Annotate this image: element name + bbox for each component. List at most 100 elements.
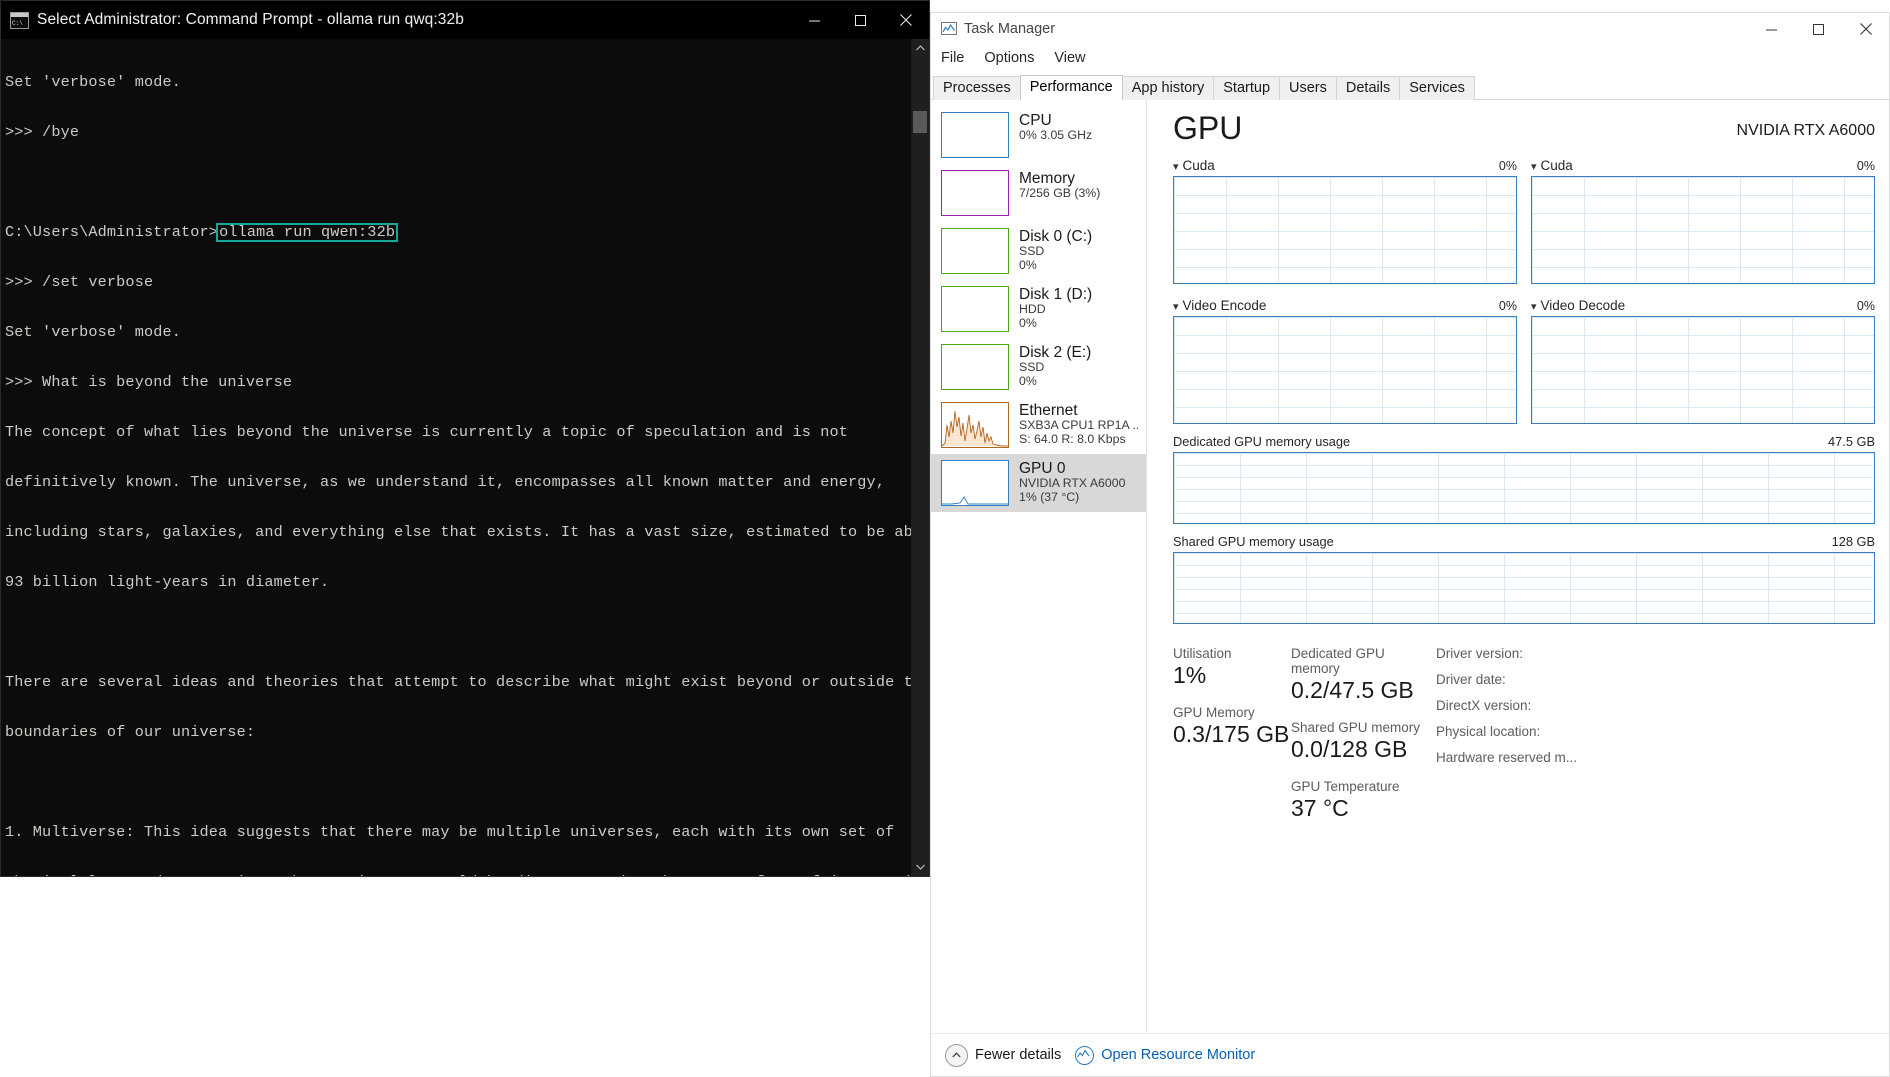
sidebar-item-disk2[interactable]: Disk 2 (E:) SSD 0%	[931, 338, 1146, 396]
gpu-memory-label: GPU Memory	[1173, 705, 1255, 720]
fewer-details-button[interactable]: Fewer details	[945, 1043, 1061, 1067]
graph-label-text: Video Decode	[1540, 298, 1626, 313]
sidebar-item-memory[interactable]: Memory 7/256 GB (3%)	[931, 164, 1146, 222]
graph-video-decode: ▾ Video Decode 0%	[1531, 298, 1875, 424]
terminal-line: There are several ideas and theories tha…	[5, 672, 911, 691]
graph-header[interactable]: ▾ Video Decode 0%	[1531, 298, 1875, 313]
graph-cuda-1: ▾ Cuda 0%	[1173, 158, 1517, 284]
graph-label-text: Cuda	[1540, 158, 1573, 173]
sidebar-item-sub: SXB3A CPU1 RP1A ...	[1019, 419, 1138, 433]
dedicated-memory-max: 47.5 GB	[1828, 434, 1875, 449]
close-icon[interactable]	[1842, 13, 1889, 45]
terminal-scrollbar[interactable]	[911, 39, 929, 876]
tab-users[interactable]: Users	[1279, 76, 1337, 100]
cpu-thumbnail	[941, 112, 1009, 158]
sidebar-item-disk0[interactable]: Disk 0 (C:) SSD 0%	[931, 222, 1146, 280]
command-prompt-title: Select Administrator: Command Prompt - o…	[37, 11, 464, 28]
chevron-down-icon[interactable]: ▾	[1173, 161, 1179, 173]
gpu-model-name: NVIDIA RTX A6000	[1736, 122, 1875, 139]
graph-label-text: Video Encode	[1182, 298, 1267, 313]
sidebar-item-meta: Ethernet SXB3A CPU1 RP1A ... S: 64.0 R: …	[1019, 402, 1138, 447]
terminal-line: physical laws and properties. These univ…	[5, 874, 911, 876]
menu-options[interactable]: Options	[984, 50, 1034, 66]
sidebar-item-ethernet[interactable]: Ethernet SXB3A CPU1 RP1A ... S: 64.0 R: …	[931, 396, 1146, 454]
open-resource-monitor-link[interactable]: Open Resource Monitor	[1075, 1045, 1255, 1065]
sidebar-item-cpu[interactable]: CPU 0% 3.05 GHz	[931, 106, 1146, 164]
terminal-line: >>> /set verbose	[5, 273, 154, 292]
graph-title-wrap: ▾ Cuda	[1173, 158, 1215, 173]
gpu0-thumbnail	[941, 460, 1009, 506]
gpu-graph-row-2: ▾ Video Encode 0% ▾ Video Decode 0%	[1173, 298, 1889, 424]
sidebar-item-disk1[interactable]: Disk 1 (D:) HDD 0%	[931, 280, 1146, 338]
terminal-line: 93 billion light-years in diameter.	[5, 573, 330, 591]
maximize-icon[interactable]	[1795, 13, 1842, 45]
terminal-line: >>> /bye	[5, 123, 80, 142]
sidebar-item-gpu0[interactable]: GPU 0 NVIDIA RTX A6000 1% (37 °C)	[931, 454, 1146, 512]
scroll-down-icon[interactable]	[911, 858, 929, 876]
sidebar-item-meta: Disk 1 (D:) HDD 0%	[1019, 286, 1092, 331]
terminal-line: Set 'verbose' mode.	[5, 323, 182, 342]
terminal-line: >>> What is beyond the universe	[5, 373, 293, 392]
terminal-line: Set 'verbose' mode.	[5, 73, 182, 92]
gpu-performance-panel: GPU NVIDIA RTX A6000 ▾ Cuda 0% ▾ Cuda 0%…	[1147, 100, 1889, 1076]
maximize-icon[interactable]	[837, 1, 883, 39]
graph-title-wrap: ▾ Cuda	[1531, 158, 1573, 173]
shared-gpu-memory-value: 0.0/128 GB	[1291, 736, 1408, 762]
chevron-down-icon[interactable]: ▾	[1173, 301, 1179, 313]
graph-title-wrap: ▾ Video Decode	[1531, 298, 1625, 313]
command-prompt-titlebar[interactable]: C:\ Select Administrator: Command Prompt…	[1, 1, 929, 39]
shared-gpu-memory-label: Shared GPU memory	[1291, 720, 1421, 735]
chevron-down-icon[interactable]: ▾	[1531, 301, 1537, 313]
graph-cuda-2: ▾ Cuda 0%	[1531, 158, 1875, 284]
tab-app-history[interactable]: App history	[1121, 76, 1215, 100]
highlighted-command: ollama run qwen:32b	[216, 223, 399, 243]
shared-memory-max: 128 GB	[1831, 534, 1875, 549]
chevron-down-icon[interactable]: ▾	[1531, 161, 1537, 173]
graph-header[interactable]: ▾ Cuda 0%	[1173, 158, 1517, 173]
graph-header[interactable]: ▾ Video Encode 0%	[1173, 298, 1517, 313]
minimize-icon[interactable]	[1748, 13, 1795, 45]
menu-view[interactable]: View	[1054, 50, 1085, 66]
scroll-up-icon[interactable]	[911, 39, 929, 57]
terminal-line: boundaries of our universe:	[5, 722, 256, 741]
sidebar-item-label: GPU 0	[1019, 460, 1066, 477]
shared-memory-graph	[1173, 552, 1875, 624]
tab-performance[interactable]: Performance	[1019, 75, 1123, 100]
disk0-thumbnail	[941, 228, 1009, 274]
tab-processes[interactable]: Processes	[933, 76, 1021, 100]
shared-memory-header: Shared GPU memory usage 128 GB	[1173, 534, 1875, 549]
task-manager-tabs: Processes Performance App history Startu…	[931, 71, 1889, 100]
tab-details[interactable]: Details	[1335, 76, 1401, 100]
command-prompt-window: C:\ Select Administrator: Command Prompt…	[0, 0, 930, 877]
close-icon[interactable]	[883, 1, 929, 39]
scrollbar-thumb[interactable]	[913, 111, 927, 133]
terminal-prompt-line: C:\Users\Administrator>ollama run qwen:3…	[5, 223, 911, 243]
minimize-icon[interactable]	[791, 1, 837, 39]
sidebar-item-meta: GPU 0 NVIDIA RTX A6000 1% (37 °C)	[1019, 460, 1125, 505]
video-encode-graph	[1173, 316, 1517, 424]
gpu-header: GPU NVIDIA RTX A6000	[1173, 110, 1889, 144]
sidebar-item-sub2: 0%	[1019, 258, 1037, 273]
task-manager-titlebar[interactable]: Task Manager	[931, 13, 1889, 45]
gpu-memory-value: 0.3/175 GB	[1173, 721, 1290, 747]
cuda-1-graph	[1173, 176, 1517, 284]
dedicated-memory-graph	[1173, 452, 1875, 524]
resource-monitor-icon	[1075, 1045, 1095, 1065]
tab-services[interactable]: Services	[1399, 76, 1475, 100]
graph-title-wrap: ▾ Video Encode	[1173, 298, 1266, 313]
tab-startup[interactable]: Startup	[1213, 76, 1281, 100]
menu-file[interactable]: File	[941, 50, 964, 66]
task-manager-title: Task Manager	[964, 21, 1056, 37]
prompt-path: C:\Users\Administrator>	[5, 223, 219, 242]
disk2-thumbnail	[941, 344, 1009, 390]
window-controls	[791, 1, 929, 39]
terminal-line: definitively known. The universe, as we …	[5, 473, 886, 492]
graph-header[interactable]: ▾ Cuda 0%	[1531, 158, 1875, 173]
sidebar-item-sub2: 0%	[1019, 374, 1037, 389]
dedicated-gpu-memory-label: Dedicated GPU memory	[1291, 646, 1385, 676]
stats-column-driver-info: Driver version: Driver date: DirectX ver…	[1436, 646, 1577, 838]
performance-sidebar: CPU 0% 3.05 GHz Memory 7/256 GB (3%) Dis…	[931, 100, 1147, 1076]
terminal-output[interactable]: Set 'verbose' mode. >>> /bye C:\Users\Ad…	[1, 39, 911, 876]
